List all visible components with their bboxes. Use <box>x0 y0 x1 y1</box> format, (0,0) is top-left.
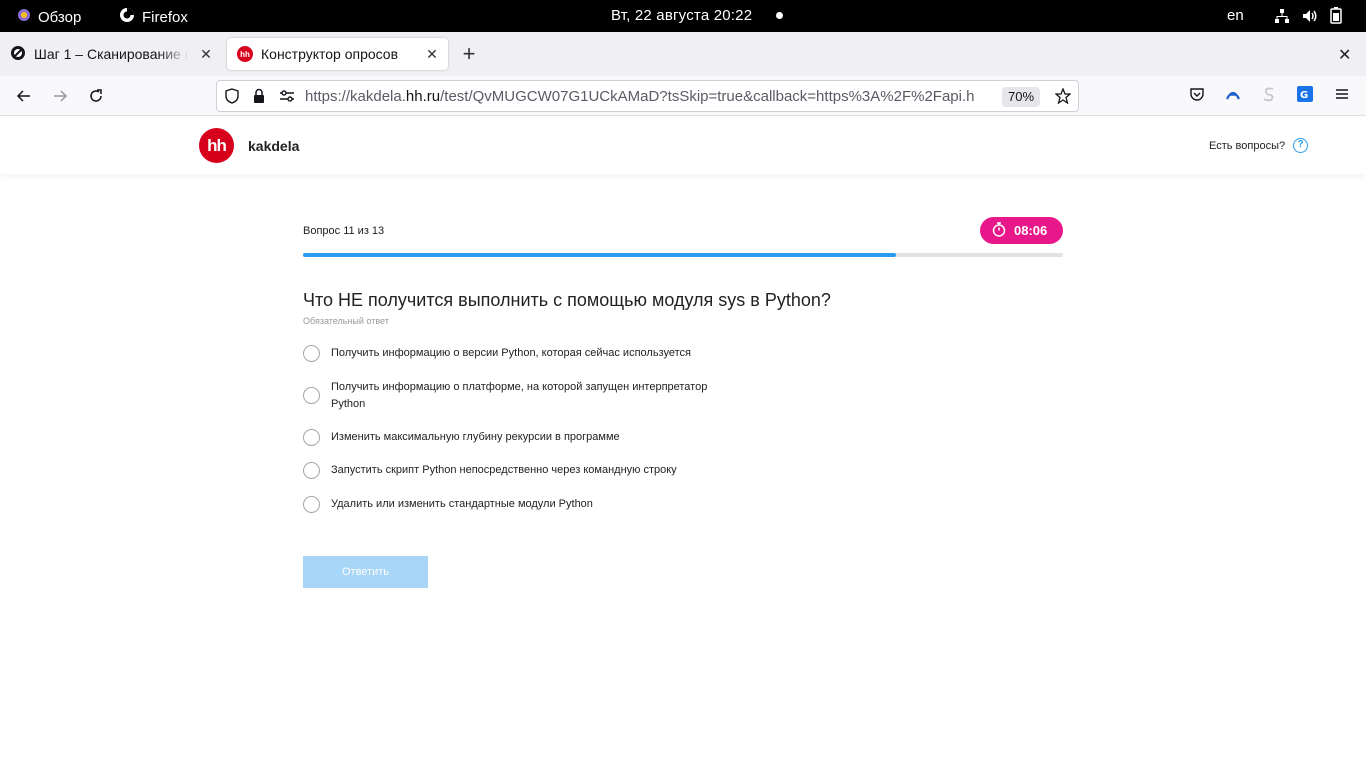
answer-option[interactable]: Получить информацию о версии Python, кот… <box>303 345 731 362</box>
back-arrow-icon <box>16 90 30 102</box>
reload-button[interactable] <box>86 86 106 106</box>
tab-close-icon[interactable]: ✕ <box>424 46 440 62</box>
permissions-icon[interactable] <box>279 88 295 109</box>
radio-button[interactable] <box>303 496 320 513</box>
extension-button-1[interactable] <box>1225 86 1241 102</box>
zoom-level-button[interactable]: 70% <box>1002 87 1041 107</box>
lock-icon[interactable] <box>252 88 266 109</box>
navigation-toolbar: https://kakdela.hh.ru/test/QvMUGCW07G1UC… <box>0 76 1366 116</box>
progress-bar <box>303 253 1063 257</box>
svg-text:G: G <box>1300 90 1308 101</box>
url-text[interactable]: https://kakdela.hh.ru/test/QvMUGCW07G1UC… <box>305 88 995 105</box>
timer-badge: 08:06 <box>980 217 1063 244</box>
back-button[interactable] <box>14 86 34 106</box>
stopwatch-icon <box>992 221 1006 240</box>
answer-option[interactable]: Получить информацию о платформе, на кото… <box>303 379 721 413</box>
progress-bar-fill <box>303 253 896 257</box>
extension-blue-icon <box>1226 91 1240 100</box>
answer-option[interactable]: Запустить скрипт Python непосредственно … <box>303 462 731 479</box>
radio-button[interactable] <box>303 429 320 446</box>
app-menu-hamburger[interactable] <box>1334 86 1350 102</box>
radio-button[interactable] <box>303 345 320 362</box>
tab-survey-builder[interactable]: hh Конструктор опросов ✕ <box>227 38 448 70</box>
address-bar[interactable]: https://kakdela.hh.ru/test/QvMUGCW07G1UC… <box>216 80 1079 112</box>
activities-label: Обзор <box>38 8 82 26</box>
help-icon[interactable]: ? <box>1293 138 1308 153</box>
answer-option-label: Изменить максимальную глубину рекурсии в… <box>331 431 620 443</box>
answer-option-label: Получить информацию о версии Python, кот… <box>331 347 691 359</box>
activities-button[interactable]: Обзор <box>16 7 81 27</box>
timer-value: 08:06 <box>1014 223 1048 238</box>
keyboard-layout-indicator[interactable]: en <box>1227 7 1244 24</box>
tab-strip: Шаг 1 – Сканирование по ✕ hh Конструктор… <box>0 32 1366 76</box>
hamburger-menu-icon <box>1336 89 1348 99</box>
new-tab-button[interactable]: + <box>458 43 480 66</box>
notification-dot <box>776 12 783 19</box>
system-tray[interactable] <box>1274 7 1342 24</box>
system-top-bar: Обзор Firefox Вт, 22 августа 20:22 en <box>0 0 1366 32</box>
tab-label: Конструктор опросов <box>261 46 399 62</box>
answer-option[interactable]: Изменить максимальную глубину рекурсии в… <box>303 429 731 446</box>
volume-icon <box>1302 8 1318 24</box>
hh-logo[interactable]: hh <box>199 128 234 163</box>
site-header: hh kakdela Есть вопросы? ? <box>0 116 1366 174</box>
app-label: Firefox <box>142 8 188 26</box>
network-icon <box>1274 8 1290 24</box>
pocket-button[interactable] <box>1189 86 1205 102</box>
radio-button[interactable] <box>303 387 320 404</box>
hh-favicon-icon: hh <box>237 46 253 62</box>
answer-option-label: Получить информацию о платформе, на кото… <box>331 381 708 410</box>
required-note: Обязательный ответ <box>303 316 389 326</box>
extension-s-icon <box>1263 87 1274 102</box>
translate-icon: G <box>1297 86 1313 102</box>
tab-label: Шаг 1 – Сканирование по <box>34 46 189 62</box>
site-name: kakdela <box>248 138 300 154</box>
question-counter: Вопрос 11 из 13 <box>303 225 385 237</box>
firefox-icon <box>119 7 135 27</box>
answer-option-label: Удалить или изменить стандартные модули … <box>331 498 593 510</box>
radio-button[interactable] <box>303 462 320 479</box>
tab-favicon-icon <box>10 45 26 64</box>
window-close-icon[interactable]: ✕ <box>1338 45 1351 65</box>
clock[interactable]: Вт, 22 августа 20:22 <box>611 7 752 24</box>
translate-extension-button[interactable]: G <box>1297 86 1313 102</box>
tab-scan-step[interactable]: Шаг 1 – Сканирование по ✕ <box>0 38 222 70</box>
battery-icon <box>1330 7 1342 24</box>
bookmark-star-icon[interactable] <box>1054 87 1072 109</box>
reload-icon <box>90 89 102 102</box>
app-menu-button[interactable]: Firefox <box>119 7 188 27</box>
answer-option-label: Запустить скрипт Python непосредственно … <box>331 464 677 476</box>
questions-link[interactable]: Есть вопросы? <box>1209 140 1285 152</box>
tracking-protection-shield-icon[interactable] <box>224 88 240 109</box>
forward-arrow-icon <box>54 90 68 102</box>
activities-icon <box>16 7 32 27</box>
submit-answer-button[interactable]: Ответить <box>303 556 428 588</box>
answer-option[interactable]: Удалить или изменить стандартные модули … <box>303 496 731 513</box>
question-title: Что НЕ получится выполнить с помощью мод… <box>303 290 831 310</box>
extension-button-2[interactable] <box>1261 86 1277 102</box>
tab-close-icon[interactable]: ✕ <box>198 46 214 62</box>
forward-button[interactable] <box>50 86 70 106</box>
pocket-icon <box>1190 88 1204 101</box>
